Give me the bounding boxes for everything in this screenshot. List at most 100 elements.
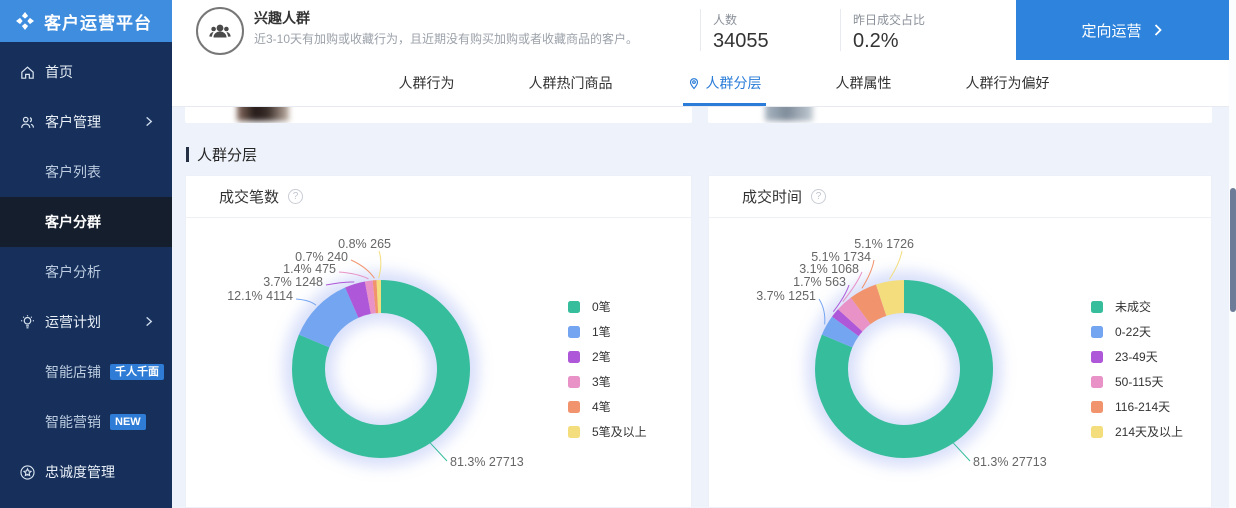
donut-slice-23-49天 [845, 320, 850, 326]
chart-legend: 0笔 1笔 2笔 3笔 4笔 5笔及以上 [568, 294, 647, 444]
card-title: 成交时间 [742, 186, 802, 207]
donut-slice-2笔 [352, 298, 368, 303]
legend-label: 5笔及以上 [592, 423, 647, 440]
legend-item-214天及以上[interactable]: 214天及以上 [1091, 419, 1183, 444]
product-thumbnail [237, 107, 289, 121]
star-icon [17, 462, 37, 482]
legend-swatch [568, 376, 580, 388]
slice-label: 12.1% 4114 [227, 289, 293, 303]
sidebar-item-label: 客户分群 [45, 212, 101, 232]
chart-card-deal-time: 成交时间 ? 未成交 0-22天 23-49天 50-115天 116-214天 214天… [708, 175, 1212, 508]
stat-count: 人数 34055 [713, 11, 769, 53]
tab-label: 人群行为 [399, 73, 455, 93]
card-header: 成交笔数 ? [186, 176, 691, 218]
tab-3[interactable]: 人群属性 [836, 60, 892, 106]
legend-item-5笔及以上[interactable]: 5笔及以上 [568, 419, 647, 444]
legend-swatch [1091, 426, 1103, 438]
app-logo: 客户运营平台 [0, 0, 172, 42]
stat-count-label: 人数 [713, 11, 769, 28]
group-description: 近3-10天有加购或收藏行为，且近期没有购买加购或者收藏商品的客户。 [254, 31, 706, 47]
tab-2[interactable]: 人群分层 [687, 60, 762, 106]
slice-label: 81.3% 27713 [450, 455, 524, 469]
legend-item-23-49天[interactable]: 23-49天 [1091, 344, 1183, 369]
sidebar-item-1[interactable]: 客户管理 [0, 97, 172, 147]
sidebar-item-label: 客户管理 [45, 112, 101, 132]
legend-item-未成交[interactable]: 未成交 [1091, 294, 1183, 319]
group-header: 兴趣人群 近3-10天有加购或收藏行为，且近期没有购买加购或者收藏商品的客户。 … [172, 0, 1236, 60]
legend-label: 0-22天 [1115, 323, 1151, 340]
legend-label: 0笔 [592, 298, 611, 315]
slice-label: 5.1% 1734 [811, 250, 871, 264]
sidebar-item-label: 忠诚度管理 [45, 462, 115, 482]
legend-item-116-214天[interactable]: 116-214天 [1091, 394, 1183, 419]
chevron-right-icon [143, 314, 154, 330]
sidebar-item-3[interactable]: 客户分群 [0, 197, 172, 247]
sidebar-item-label: 智能营销 [45, 412, 101, 432]
group-name: 兴趣人群 [254, 8, 706, 28]
legend-label: 2笔 [592, 348, 611, 365]
section-title: 人群分层 [186, 144, 257, 165]
group-info: 兴趣人群 近3-10天有加购或收藏行为，且近期没有购买加购或者收藏商品的客户。 [254, 8, 706, 47]
sidebar-item-6[interactable]: 智能店铺千人千面 [0, 347, 172, 397]
sidebar-item-0[interactable]: 首页 [0, 47, 172, 97]
legend-swatch [568, 326, 580, 338]
legend-label: 50-115天 [1115, 373, 1163, 390]
scrollbar-thumb[interactable] [1230, 188, 1236, 312]
slice-label: 5.1% 1726 [854, 237, 914, 251]
donut-slice-116-214天 [861, 300, 882, 311]
legend-item-0笔[interactable]: 0笔 [568, 294, 647, 319]
donut-slice-3笔 [368, 297, 374, 298]
sidebar-item-7[interactable]: 智能营销NEW [0, 397, 172, 447]
sidebar-item-label: 运营计划 [45, 312, 101, 332]
legend-label: 1笔 [592, 323, 611, 340]
donut-slice-214天及以上 [881, 297, 904, 301]
legend-item-0-22天[interactable]: 0-22天 [1091, 319, 1183, 344]
scrollbar-track[interactable] [1229, 0, 1236, 508]
group-avatar [196, 7, 244, 55]
stat-deal-ratio-value: 0.2% [853, 30, 925, 53]
legend-item-1笔[interactable]: 1笔 [568, 319, 647, 344]
legend-swatch [1091, 351, 1103, 363]
legend-label: 116-214天 [1115, 398, 1170, 415]
legend-swatch [1091, 301, 1103, 313]
tab-0[interactable]: 人群行为 [399, 60, 455, 106]
targeted-operation-button[interactable]: 定向运营 [1016, 0, 1229, 60]
legend-item-4笔[interactable]: 4笔 [568, 394, 647, 419]
card-title: 成交笔数 [219, 186, 279, 207]
slice-label: 1.7% 563 [793, 275, 846, 289]
help-icon[interactable]: ? [811, 189, 826, 204]
section-title-bar [186, 147, 189, 162]
legend-swatch [568, 426, 580, 438]
legend-swatch [1091, 401, 1103, 413]
sidebar-item-5[interactable]: 运营计划 [0, 297, 172, 347]
legend-label: 未成交 [1115, 298, 1151, 315]
sidebar-item-4[interactable]: 客户分析 [0, 247, 172, 297]
tab-4[interactable]: 人群行为偏好 [966, 60, 1050, 106]
section-title-text: 人群分层 [197, 144, 257, 165]
legend-swatch [568, 301, 580, 313]
tab-label: 人群热门商品 [529, 73, 613, 93]
legend-item-50-115天[interactable]: 50-115天 [1091, 369, 1183, 394]
donut-slice-50-115天 [850, 311, 860, 320]
sidebar-nav: 首页客户管理客户列表客户分群客户分析运营计划智能店铺千人千面智能营销NEW忠诚度… [0, 47, 172, 497]
slice-label: 0.7% 240 [295, 250, 348, 264]
home-icon [17, 62, 37, 82]
sidebar-item-8[interactable]: 忠诚度管理 [0, 447, 172, 497]
help-icon[interactable]: ? [288, 189, 303, 204]
slice-label: 0.8% 265 [338, 237, 391, 251]
legend-swatch [568, 401, 580, 413]
tab-1[interactable]: 人群热门商品 [529, 60, 613, 106]
legend-label: 3笔 [592, 373, 611, 390]
people-group-icon [206, 17, 234, 45]
legend-label: 23-49天 [1115, 348, 1158, 365]
legend-item-3笔[interactable]: 3笔 [568, 369, 647, 394]
sidebar-item-2[interactable]: 客户列表 [0, 147, 172, 197]
stat-deal-ratio-label: 昨日成交占比 [853, 11, 925, 28]
slice-label: 3.7% 1251 [756, 289, 816, 303]
legend-item-2笔[interactable]: 2笔 [568, 344, 647, 369]
slice-label: 1.4% 475 [283, 262, 336, 276]
sidebar-badge: 千人千面 [110, 364, 164, 380]
tab-bar: 人群行为 人群热门商品 人群分层 人群属性 人群行为偏好 [172, 60, 1236, 107]
slice-label: 3.1% 1068 [799, 262, 859, 276]
sidebar-item-label: 智能店铺 [45, 362, 101, 382]
